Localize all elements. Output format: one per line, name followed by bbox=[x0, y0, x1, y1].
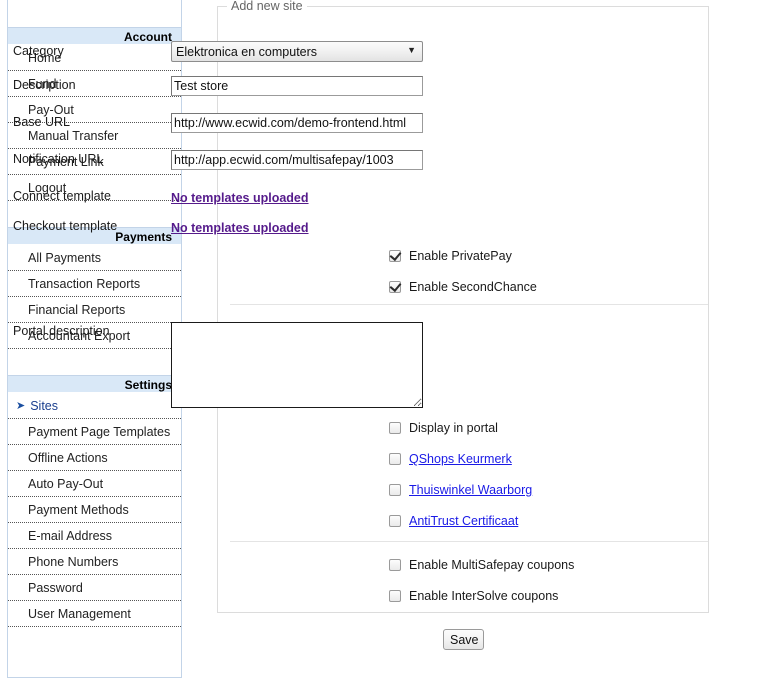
base-url-label: Base URL bbox=[13, 115, 70, 129]
category-select[interactable]: Elektronica en computers bbox=[171, 41, 423, 62]
thuiswinkel-waarborg-checkbox[interactable] bbox=[389, 484, 401, 496]
sidebar-item-auto-pay-out[interactable]: Auto Pay-Out bbox=[8, 471, 181, 497]
qshops-keurmerk-checkbox[interactable] bbox=[389, 453, 401, 465]
enable-secondchance-label: Enable SecondChance bbox=[409, 280, 537, 294]
sidebar-section-header-settings: Settings bbox=[8, 375, 181, 393]
enable-privatepay-checkbox[interactable] bbox=[389, 250, 401, 262]
divider-bottom bbox=[230, 541, 708, 542]
antitrust-certificaat-row[interactable]: AntiTrust Certificaat bbox=[389, 514, 518, 528]
multisafepay-coupons-label: Enable MultiSafepay coupons bbox=[409, 558, 575, 572]
description-input[interactable] bbox=[171, 76, 423, 96]
form-row-notification-url: Notification URL bbox=[0, 150, 492, 187]
enable-secondchance-checkbox[interactable] bbox=[389, 281, 401, 293]
sidebar-item-label: Transaction Reports bbox=[28, 277, 141, 291]
form-row-portal-description: Portal description bbox=[0, 322, 492, 408]
page-root: · Account Home Fund Pay-Out Manual Trans… bbox=[0, 0, 760, 680]
sidebar-top-spacer bbox=[8, 0, 181, 27]
antitrust-certificaat-link[interactable]: AntiTrust Certificaat bbox=[409, 514, 518, 528]
sidebar-item-phone-numbers[interactable]: Phone Numbers bbox=[8, 549, 181, 575]
arrow-right-icon: ➤ bbox=[16, 400, 26, 412]
connect-template-link[interactable]: No templates uploaded bbox=[171, 191, 309, 205]
enable-privatepay-label: Enable PrivatePay bbox=[409, 249, 512, 263]
display-in-portal-checkbox[interactable] bbox=[389, 422, 401, 434]
intersolve-coupons-checkbox[interactable] bbox=[389, 590, 401, 602]
sidebar-item-payment-methods[interactable]: Payment Methods bbox=[8, 497, 181, 523]
notification-url-label: Notification URL bbox=[13, 152, 104, 166]
connect-template-label: Connect template bbox=[13, 189, 111, 203]
base-url-input[interactable] bbox=[171, 113, 423, 133]
sidebar-item-offline-actions[interactable]: Offline Actions bbox=[8, 445, 181, 471]
enable-privatepay-row[interactable]: Enable PrivatePay bbox=[389, 249, 512, 263]
enable-secondchance-row[interactable]: Enable SecondChance bbox=[389, 280, 537, 294]
sidebar-item-financial-reports[interactable]: Financial Reports bbox=[8, 297, 181, 323]
sidebar-item-label: Auto Pay-Out bbox=[28, 477, 104, 491]
sidebar-item-payment-page-templates[interactable]: Payment Page Templates bbox=[8, 419, 181, 445]
multisafepay-coupons-checkbox[interactable] bbox=[389, 559, 401, 571]
portal-description-label: Portal description bbox=[13, 324, 110, 338]
sidebar-item-label: Financial Reports bbox=[28, 303, 126, 317]
sidebar-item-label: Payment Page Templates bbox=[28, 425, 171, 439]
qshops-keurmerk-row[interactable]: QShops Keurmerk bbox=[389, 452, 512, 466]
thuiswinkel-waarborg-row[interactable]: Thuiswinkel Waarborg bbox=[389, 483, 532, 497]
category-label: Category bbox=[13, 44, 64, 58]
description-label: Description bbox=[13, 78, 76, 92]
sidebar-item-label: Payment Methods bbox=[28, 503, 129, 517]
sidebar-item-password[interactable]: Password bbox=[8, 575, 181, 601]
portal-description-textarea[interactable] bbox=[171, 322, 423, 408]
sidebar-item-user-management[interactable]: User Management bbox=[8, 601, 181, 627]
form-row-description: Description bbox=[0, 76, 492, 113]
checkout-template-label: Checkout template bbox=[13, 219, 118, 233]
notification-url-input[interactable] bbox=[171, 150, 423, 170]
antitrust-certificaat-checkbox[interactable] bbox=[389, 515, 401, 527]
save-button[interactable]: Save bbox=[443, 629, 484, 650]
display-in-portal-row[interactable]: Display in portal bbox=[389, 421, 498, 435]
checkout-template-link[interactable]: No templates uploaded bbox=[171, 221, 309, 235]
intersolve-coupons-label: Enable InterSolve coupons bbox=[409, 589, 559, 603]
qshops-keurmerk-link[interactable]: QShops Keurmerk bbox=[409, 452, 512, 466]
sidebar-item-email-address[interactable]: E-mail Address bbox=[8, 523, 181, 549]
thuiswinkel-waarborg-link[interactable]: Thuiswinkel Waarborg bbox=[409, 483, 532, 497]
form-row-category: Category Elektronica en computers ▼ bbox=[0, 41, 492, 78]
display-in-portal-label: Display in portal bbox=[409, 421, 498, 435]
sidebar-item-label: Phone Numbers bbox=[28, 555, 119, 569]
sidebar-item-sites[interactable]: ➤ Sites bbox=[8, 393, 181, 419]
sidebar-item-transaction-reports[interactable]: Transaction Reports bbox=[8, 271, 181, 297]
sidebar-item-label: E-mail Address bbox=[28, 529, 113, 543]
divider-top bbox=[230, 304, 708, 305]
sidebar-item-label: Password bbox=[28, 581, 83, 595]
form-row-base-url: Base URL bbox=[0, 113, 492, 150]
panel-legend: Add new site bbox=[227, 0, 307, 13]
sidebar-bottom-spacer bbox=[8, 627, 181, 652]
intersolve-coupons-row[interactable]: Enable InterSolve coupons bbox=[389, 589, 558, 603]
sidebar-item-label: Sites bbox=[30, 399, 59, 413]
sidebar-item-label: User Management bbox=[28, 607, 131, 621]
sidebar-item-label: Offline Actions bbox=[28, 451, 108, 465]
multisafepay-coupons-row[interactable]: Enable MultiSafepay coupons bbox=[389, 558, 574, 572]
